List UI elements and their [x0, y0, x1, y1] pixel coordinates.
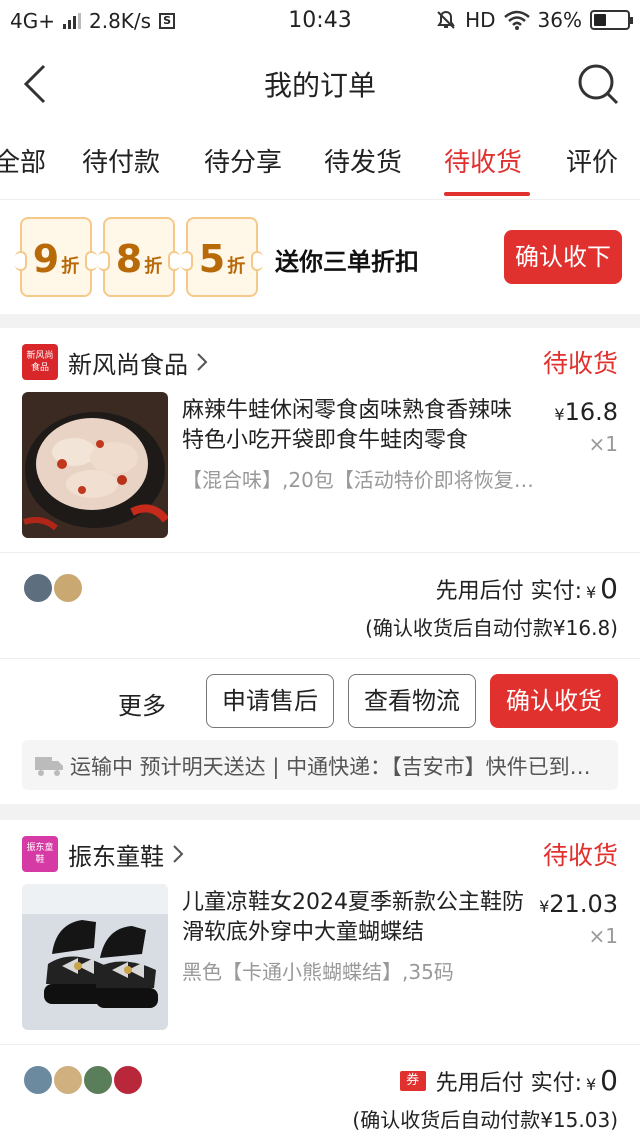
paid-amount: 0 — [600, 572, 618, 605]
view-logistics-button[interactable]: 查看物流 — [348, 674, 476, 728]
chevron-right-icon — [173, 845, 184, 863]
accept-discount-button[interactable]: 确认收下 — [504, 230, 622, 284]
chevron-right-icon — [197, 353, 208, 371]
nav-bar: 我的订单 — [0, 44, 640, 122]
product-spec: 黑色【卡通小熊蝴蝶结】,35码 — [182, 960, 454, 984]
shop-logo: 振东童鞋 — [22, 836, 58, 872]
shop-logo: 新风尚食品 — [22, 344, 58, 380]
tab-review[interactable]: 评价 — [566, 142, 618, 179]
tab-pending-share[interactable]: 待分享 — [204, 142, 282, 179]
tab-all[interactable]: 全部 — [0, 142, 46, 179]
shop-name: 振东童鞋 — [68, 842, 164, 871]
search-icon[interactable] — [576, 62, 620, 106]
more-button[interactable]: 更多 — [118, 686, 166, 721]
frog-dish-image — [22, 392, 168, 538]
paid-amount: 0 — [600, 1064, 618, 1097]
avatar — [22, 1064, 54, 1096]
active-tab-indicator — [444, 192, 530, 196]
avatar — [52, 572, 84, 604]
buyer-avatars — [22, 1064, 144, 1096]
promo-text: 送你三单折扣 — [275, 248, 419, 276]
tab-pending-payment[interactable]: 待付款 — [82, 142, 160, 179]
sandal-image — [22, 884, 168, 1030]
coupon-9: 9折 — [15, 217, 97, 297]
tab-pending-receipt[interactable]: 待收货 — [444, 142, 522, 179]
mute-bell-icon — [437, 10, 455, 29]
confirm-receipt-button[interactable]: 确认收货 — [490, 674, 618, 728]
shop-link[interactable]: 新风尚食品 新风尚食品 — [22, 344, 208, 380]
logistics-text: 运输中 预计明天送达 | 中通快递：【吉安市】快件已到达吉安市 — [70, 755, 610, 779]
status-bar: 4G+ 2.8K/s S 10:43 HD 36% — [0, 0, 640, 44]
coupon-5: 5折 — [181, 217, 263, 297]
auto-pay-note: (确认收货后自动付款¥16.8) — [365, 616, 618, 640]
avatar — [22, 572, 54, 604]
order-status: 待收货 — [542, 841, 618, 870]
hd-indicator: HD — [465, 8, 496, 32]
product-spec: 【混合味】,20包【活动特价即将恢复原价， — [182, 468, 542, 492]
avatar — [52, 1064, 84, 1096]
tab-pending-shipment[interactable]: 待发货 — [324, 142, 402, 179]
order-card: 振东童鞋 振东童鞋 待收货 儿童凉鞋女2024夏季新款公主鞋防滑软底外穿中大童蝴… — [0, 820, 640, 1138]
shop-link[interactable]: 振东童鞋 振东童鞋 — [22, 836, 184, 872]
payment-summary: 先用后付 实付: ¥ 0 — [435, 572, 618, 605]
product-title[interactable]: 儿童凉鞋女2024夏季新款公主鞋防滑软底外穿中大童蝴蝶结 — [182, 888, 532, 948]
avatar — [82, 1064, 114, 1096]
battery-percent: 36% — [537, 8, 582, 32]
coupon-8: 8折 — [98, 217, 180, 297]
order-card: 新风尚食品 新风尚食品 待收货 麻辣牛蛙休闲零食卤味熟食香辣味特色小吃开袋即食牛… — [0, 328, 640, 804]
coupon-badge: 券 — [399, 1070, 426, 1091]
order-tabs: 全部 待付款 待分享 待发货 待收货 评价 — [0, 122, 640, 200]
buyer-avatars — [22, 572, 84, 604]
product-image[interactable] — [22, 392, 168, 538]
payment-summary: 券 先用后付 实付: ¥ 0 — [399, 1064, 618, 1097]
auto-pay-note: (确认收货后自动付款¥15.03) — [352, 1108, 618, 1132]
product-quantity: ×1 — [588, 924, 618, 948]
avatar — [112, 1064, 144, 1096]
battery-fill — [594, 14, 606, 26]
product-image[interactable] — [22, 884, 168, 1030]
page-title: 我的订单 — [263, 69, 376, 102]
product-price: ¥16.8 — [554, 398, 618, 426]
battery-icon — [590, 10, 633, 30]
order-status: 待收货 — [542, 349, 618, 378]
wifi-icon — [503, 10, 530, 30]
divider — [0, 658, 640, 659]
after-sale-button[interactable]: 申请售后 — [206, 674, 334, 728]
shop-name: 新风尚食品 — [68, 350, 188, 379]
divider — [0, 552, 640, 553]
product-title[interactable]: 麻辣牛蛙休闲零食卤味熟食香辣味特色小吃开袋即食牛蛙肉零食 — [182, 396, 532, 456]
discount-promo: 9折 8折 5折 送你三单折扣 确认收下 — [0, 200, 640, 314]
product-price: ¥21.03 — [539, 890, 618, 918]
product-quantity: ×1 — [588, 432, 618, 456]
logistics-status[interactable]: 运输中 预计明天送达 | 中通快递：【吉安市】快件已到达吉安市 — [22, 740, 618, 790]
divider — [0, 1044, 640, 1045]
truck-icon — [35, 757, 63, 776]
